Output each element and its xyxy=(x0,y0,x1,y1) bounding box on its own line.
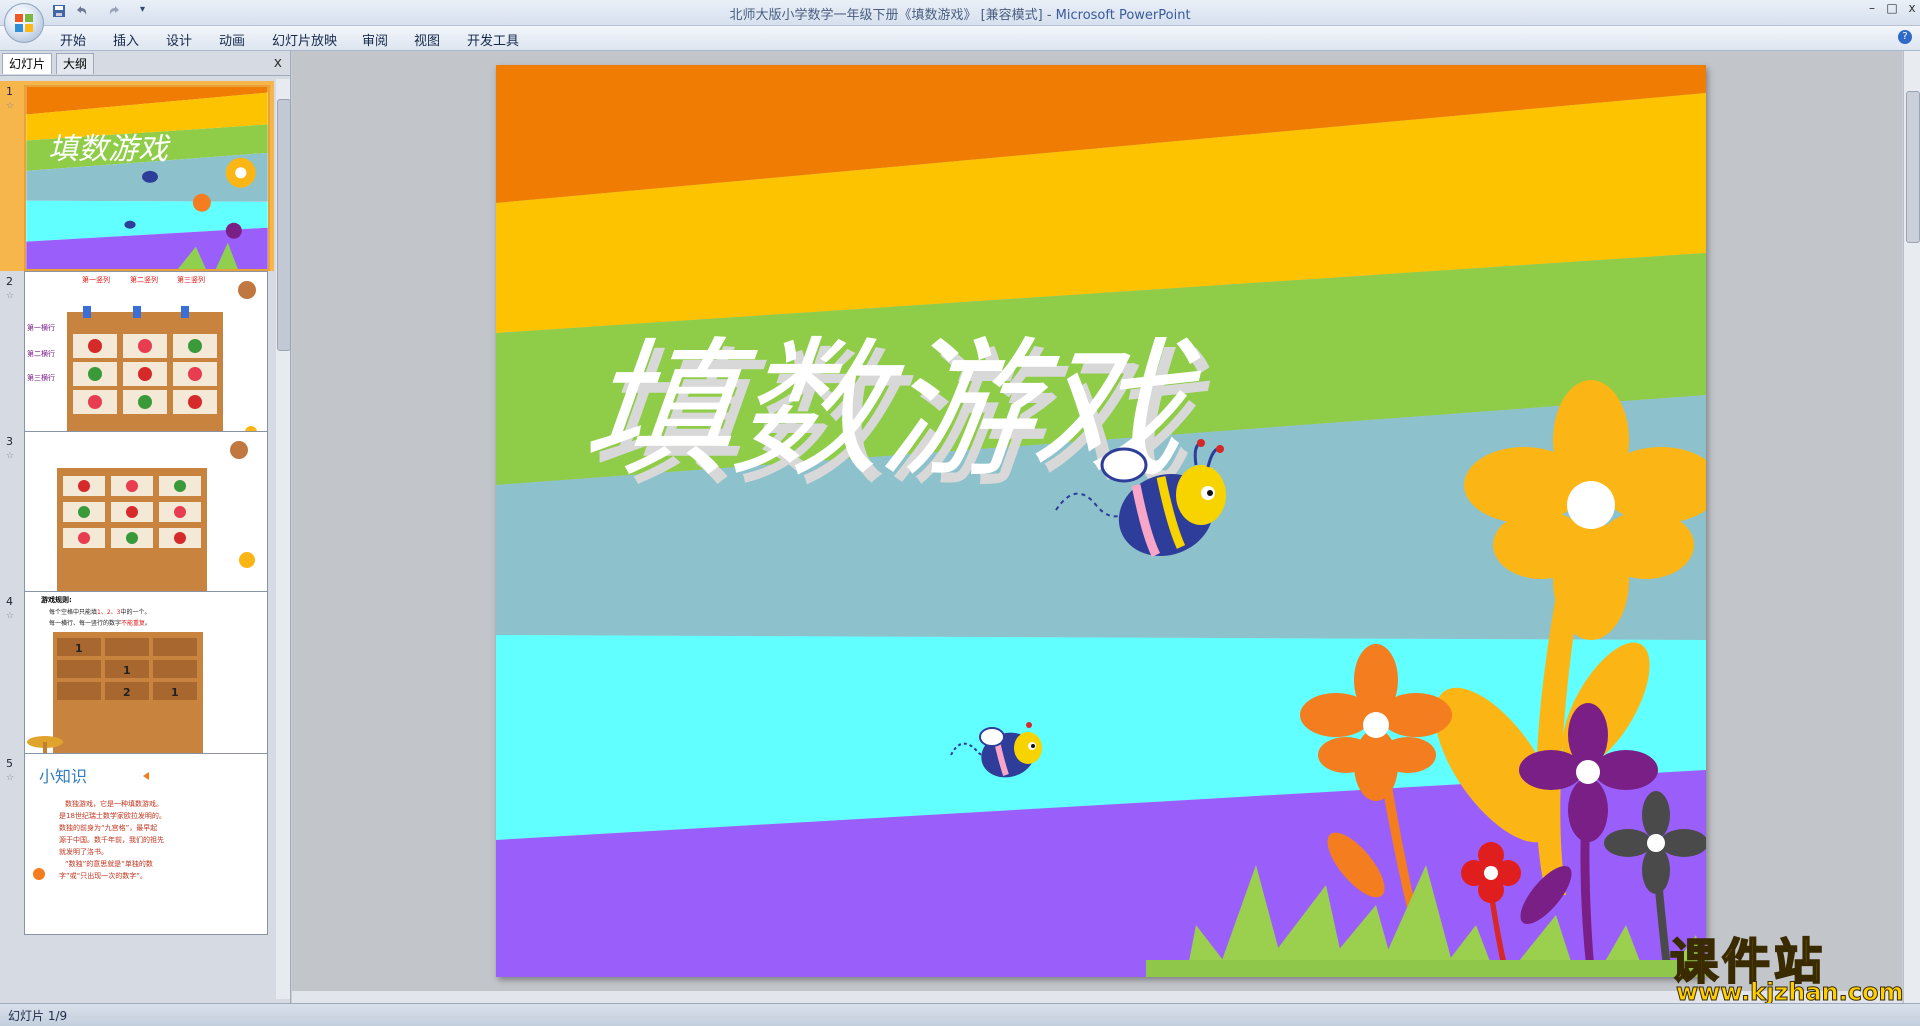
app-name: Microsoft PowerPoint xyxy=(1055,8,1191,23)
slide-thumbnail[interactable]: 填数游戏 xyxy=(24,85,270,271)
document-title: 北师大版小学数学一年级下册《填数游戏》 [兼容模式] - xyxy=(729,8,1056,23)
animation-star-icon: ☆ xyxy=(6,611,15,621)
tab-home[interactable]: 开始 xyxy=(60,30,86,49)
row-label-2: 第二横行 xyxy=(27,349,55,358)
status-bar: 幻灯片 1/9 xyxy=(0,1003,1920,1026)
knowledge-line: 数独的前身为“九宫格”，最早起 xyxy=(59,823,157,832)
animation-star-icon: ☆ xyxy=(6,101,15,111)
main-scroll-thumb[interactable] xyxy=(1906,91,1920,243)
thumb-title: 填数游戏 xyxy=(48,132,171,167)
ribbon-tabs: 开始 插入 设计 动画 幻灯片放映 审阅 视图 开发工具 ? xyxy=(0,26,1920,51)
tab-design[interactable]: 设计 xyxy=(166,30,192,49)
tab-developer[interactable]: 开发工具 xyxy=(467,30,519,49)
slide-thumbnail[interactable]: 游戏规则: 每个空格中只能填1、2、3中的一个。 每一横行、每一竖行的数字不能重… xyxy=(24,591,268,773)
tab-slideshow[interactable]: 幻灯片放映 xyxy=(272,30,337,49)
slides-panel: 幻灯片 大纲 x 1 ☆ 填数游戏 2 ☆ 第一竖列 第二竖列 第三竖列 第一横… xyxy=(0,51,291,1003)
slide-indicator: 幻灯片 1/9 xyxy=(8,1009,68,1023)
col-label-3: 第三竖列 xyxy=(177,275,205,284)
panel-scroll-thumb[interactable] xyxy=(277,99,291,351)
panel-scrollbar[interactable] xyxy=(276,79,291,999)
knowledge-line: 是18世纪瑞士数学家欧拉发明的。 xyxy=(59,811,166,820)
main-scrollbar[interactable] xyxy=(1903,51,1920,1003)
slide-thumbnail[interactable] xyxy=(24,431,268,613)
col-label-1: 第一竖列 xyxy=(82,275,110,284)
knowledge-line: 字”或“只出现一次的数字”。 xyxy=(59,871,147,880)
slide-thumbnails: 1 ☆ 填数游戏 2 ☆ 第一竖列 第二竖列 第三竖列 第一横行 第二横行 第三… xyxy=(0,81,274,1001)
rules-heading: 游戏规则: xyxy=(41,595,72,604)
tab-outline[interactable]: 大纲 xyxy=(56,53,95,74)
tab-view[interactable]: 视图 xyxy=(414,30,440,49)
slide-number: 3 xyxy=(6,435,13,448)
rule-line-2: 每一横行、每一竖行的数字不能重复。 xyxy=(49,619,151,627)
tab-review[interactable]: 审阅 xyxy=(362,30,388,49)
watermark: 课件站 www.kjzhan.com xyxy=(1669,922,1905,1007)
slide-thumbnail[interactable]: 第一竖列 第二竖列 第三竖列 第一横行 第二横行 第三横行 xyxy=(24,271,268,453)
slide-number: 4 xyxy=(6,595,13,608)
grid-cell: 1 xyxy=(123,664,131,677)
grid-cell: 1 xyxy=(75,642,83,655)
office-logo-icon xyxy=(15,14,33,32)
knowledge-line: 源于中国。数千年前，我们的祖先 xyxy=(59,835,164,844)
slide-number: 2 xyxy=(6,275,13,288)
knowledge-line: “数独”的意思就是“单独的数 xyxy=(65,859,153,868)
office-button[interactable] xyxy=(4,3,44,43)
slide-number: 5 xyxy=(6,757,13,770)
knowledge-heading: 小知识 xyxy=(39,767,87,786)
animation-star-icon: ☆ xyxy=(6,451,15,461)
horizontal-scrollbar[interactable] xyxy=(292,991,1902,1003)
col-label-2: 第二竖列 xyxy=(130,275,158,284)
animation-star-icon: ☆ xyxy=(6,291,15,301)
knowledge-line: 就发明了洛书。 xyxy=(59,847,108,856)
slide-thumb-1[interactable]: 1 ☆ 填数游戏 xyxy=(0,81,274,271)
animation-star-icon: ☆ xyxy=(6,773,15,783)
window-title: 北师大版小学数学一年级下册《填数游戏》 [兼容模式] - Microsoft P… xyxy=(0,4,1920,23)
grid-cell: 2 xyxy=(123,686,131,699)
knowledge-line: 数独游戏，它是一种填数游戏。 xyxy=(65,799,163,808)
tab-animations[interactable]: 动画 xyxy=(219,30,245,49)
watermark-url: www.kjzhan.com xyxy=(1675,978,1904,1007)
grass-base xyxy=(1146,960,1706,977)
grid-cell: 1 xyxy=(171,686,179,699)
panel-tabs: 幻灯片 大纲 x xyxy=(0,53,290,76)
tab-slides[interactable]: 幻灯片 xyxy=(2,53,53,74)
slide-thumb-5[interactable]: 5 ☆ 小知识 数独游戏，它是一种填数游戏。 是18世纪瑞士数学家欧拉发明的。 … xyxy=(0,753,274,943)
main-slide[interactable]: 填数游戏 填数游戏 xyxy=(496,65,1706,977)
title-bar: ▾ 北师大版小学数学一年级下册《填数游戏》 [兼容模式] - Microsoft… xyxy=(0,0,1920,26)
row-label-3: 第三横行 xyxy=(27,373,55,382)
row-label-1: 第一横行 xyxy=(27,323,55,332)
help-icon[interactable]: ? xyxy=(1898,30,1912,44)
slide-thumbnail[interactable]: 小知识 数独游戏，它是一种填数游戏。 是18世纪瑞士数学家欧拉发明的。 数独的前… xyxy=(24,753,268,935)
slide-number: 1 xyxy=(6,85,13,98)
rule-line-1: 每个空格中只能填1、2、3中的一个。 xyxy=(49,608,150,616)
close-panel-icon[interactable]: x xyxy=(274,55,282,71)
tab-insert[interactable]: 插入 xyxy=(113,30,139,49)
close-button[interactable]: x xyxy=(1900,1,1920,15)
